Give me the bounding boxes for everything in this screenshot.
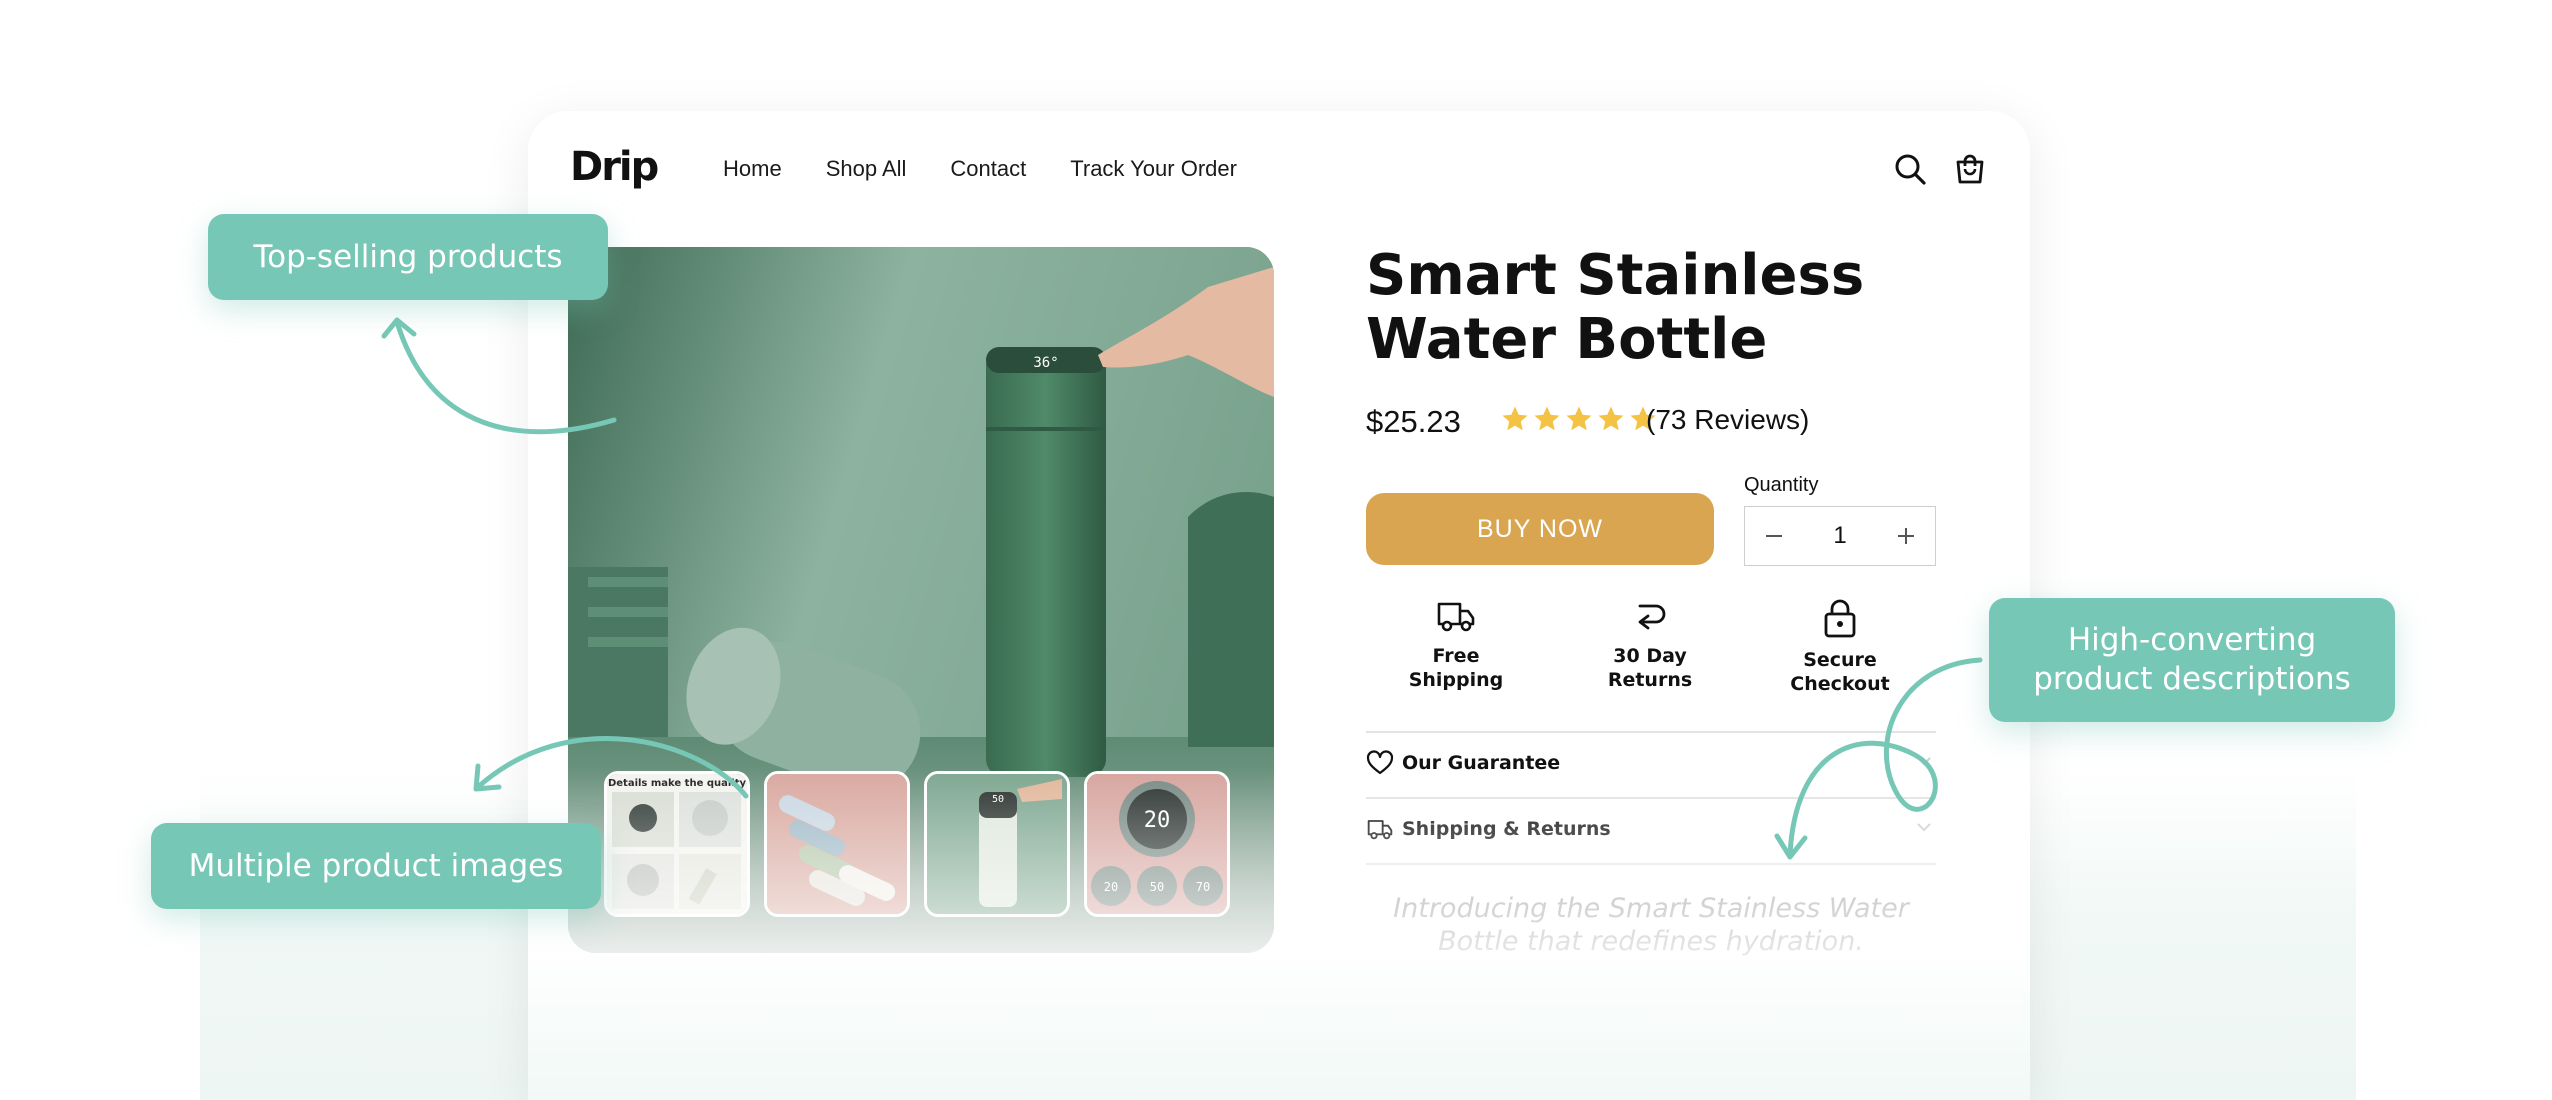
feature-label-line2: Returns	[1607, 669, 1693, 691]
thumbnail-details[interactable]: Details make the quality	[604, 771, 750, 917]
minus-icon	[1766, 535, 1782, 537]
svg-text:20: 20	[1104, 880, 1118, 894]
feature-label-line1: 30 Day	[1613, 645, 1687, 667]
nav-shop-all[interactable]: Shop All	[826, 156, 907, 182]
star-icon	[1566, 406, 1592, 431]
svg-text:20: 20	[1144, 808, 1171, 833]
thumbnail-color-options[interactable]	[764, 771, 910, 917]
store-logo[interactable]: Drip	[570, 144, 659, 190]
star-icon	[1598, 406, 1624, 431]
chevron-down-icon	[1917, 823, 1931, 832]
truck-icon	[1367, 820, 1393, 840]
return-arrow-icon	[1638, 604, 1666, 630]
review-count-link[interactable]: (73 Reviews)	[1646, 404, 1809, 436]
star-icon	[1502, 406, 1528, 431]
product-description: Introducing the Smart Stainless Water Bo…	[1393, 893, 1909, 957]
quantity-stepper: 1	[1744, 506, 1936, 566]
product-title: Smart Stainless Water Bottle	[1366, 243, 1865, 372]
feature-label-line2: Checkout	[1790, 673, 1890, 695]
star-icon	[1534, 406, 1560, 431]
feature-label-line2: Shipping	[1408, 669, 1504, 691]
buy-now-button[interactable]: BUY NOW	[1366, 493, 1714, 565]
accordion-label: Our Guarantee	[1402, 752, 1561, 774]
nav-contact[interactable]: Contact	[950, 156, 1026, 182]
svg-text:36°: 36°	[1033, 355, 1058, 371]
svg-text:Details make the quality: Details make the quality	[608, 778, 747, 789]
accordion-label: Shipping & Returns	[1402, 818, 1611, 840]
rating-stars	[1500, 404, 1658, 434]
heart-icon	[1366, 750, 1394, 775]
truck-icon	[1437, 602, 1475, 632]
feature-secure-checkout: Secure Checkout	[1760, 598, 1920, 696]
svg-text:50: 50	[992, 794, 1004, 805]
divider	[1366, 863, 1936, 865]
quantity-value[interactable]: 1	[1833, 522, 1846, 550]
lock-icon	[1824, 599, 1856, 638]
arrow-head	[381, 317, 417, 339]
accordion-shipping-returns[interactable]: Shipping & Returns	[1366, 799, 1936, 859]
callout-multiple-images: Multiple product images	[151, 823, 601, 909]
quantity-decrease-button[interactable]	[1745, 507, 1803, 565]
feature-returns: 30 Day Returns	[1570, 598, 1730, 692]
feature-label-line1: Secure	[1803, 649, 1877, 671]
main-nav: Home Shop All Contact Track Your Order	[723, 156, 1237, 182]
quantity-label: Quantity	[1744, 474, 1819, 496]
product-price: $25.23	[1366, 404, 1461, 439]
feature-label-line1: Free	[1432, 645, 1480, 667]
nav-track-order[interactable]: Track Your Order	[1070, 156, 1237, 182]
quantity-increase-button[interactable]	[1877, 507, 1935, 565]
cart-icon[interactable]	[1953, 152, 1987, 186]
accordion-our-guarantee[interactable]: Our Guarantee	[1366, 733, 1936, 793]
chevron-down-icon	[1917, 757, 1931, 766]
svg-text:70: 70	[1196, 880, 1210, 894]
callout-top-selling: Top-selling products	[208, 214, 608, 300]
thumbnail-temperature[interactable]: 20 20 50 70	[1084, 771, 1230, 917]
plus-icon	[1897, 528, 1914, 544]
nav-home[interactable]: Home	[723, 156, 782, 182]
callout-descriptions: High-converting product descriptions	[1989, 598, 2395, 722]
thumbnail-strip: Details make the quality 50 20 20 50 70	[604, 771, 1230, 917]
product-main-image[interactable]: 36° Details make the quality 50 20 20 50…	[568, 247, 1274, 953]
feature-free-shipping: Free Shipping	[1376, 598, 1536, 692]
thumbnail-bottle-display[interactable]: 50	[924, 771, 1070, 917]
svg-text:50: 50	[1150, 880, 1164, 894]
search-icon[interactable]	[1893, 152, 1927, 186]
